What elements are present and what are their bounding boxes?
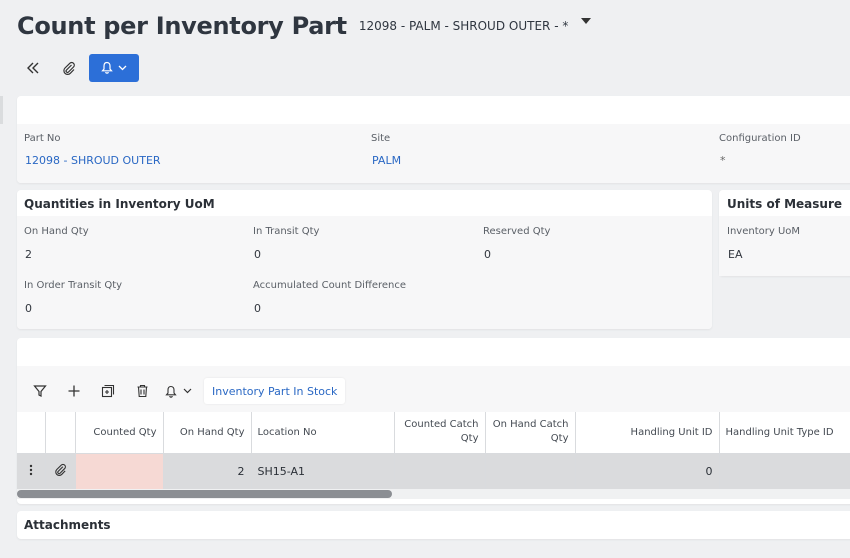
units-of-measure-card: Units of Measure Inventory UoM EA bbox=[719, 190, 850, 276]
column-header-counted-qty[interactable]: Counted Qty bbox=[75, 412, 164, 454]
on-hand-qty-cell: 2 bbox=[163, 453, 252, 489]
quantities-fields bbox=[17, 216, 712, 329]
filter-button[interactable] bbox=[26, 379, 54, 403]
paperclip-icon bbox=[63, 61, 75, 75]
uom-fields bbox=[719, 216, 850, 276]
in-transit-qty-value: 0 bbox=[254, 248, 261, 261]
on-hand-catch-qty-cell bbox=[485, 453, 576, 489]
page-title: Count per Inventory Part bbox=[17, 12, 347, 40]
plus-icon bbox=[68, 385, 80, 397]
trash-icon bbox=[137, 384, 147, 398]
on-hand-qty-label: On Hand Qty bbox=[24, 226, 89, 237]
attachments-title: Attachments bbox=[24, 518, 111, 532]
filter-icon bbox=[33, 385, 47, 397]
column-header-on-hand-qty[interactable]: On Hand Qty bbox=[163, 412, 252, 454]
site-link[interactable]: PALM bbox=[372, 154, 401, 167]
bell-icon bbox=[101, 61, 113, 74]
accumulated-count-difference-value: 0 bbox=[254, 302, 261, 315]
collapse-button[interactable] bbox=[17, 54, 49, 82]
on-hand-qty-value: 2 bbox=[25, 248, 32, 261]
counted-qty-cell[interactable] bbox=[75, 453, 164, 489]
in-order-transit-qty-value: 0 bbox=[25, 302, 32, 315]
part-no-link[interactable]: 12098 - SHROUD OUTER bbox=[25, 154, 161, 167]
record-selector[interactable]: 12098 - PALM - SHROUD OUTER - * bbox=[358, 18, 592, 33]
in-transit-qty-label: In Transit Qty bbox=[253, 226, 320, 237]
table-row[interactable]: 2 SH15-A1 0 bbox=[17, 453, 850, 489]
accumulated-count-difference-label: Accumulated Count Difference bbox=[253, 280, 407, 291]
quantities-card: Quantities in Inventory UoM On Hand Qty … bbox=[17, 190, 712, 329]
double-chevron-left-icon bbox=[27, 62, 39, 73]
part-no-label: Part No bbox=[24, 133, 61, 144]
handling-unit-type-id-cell bbox=[719, 453, 850, 489]
delete-button[interactable] bbox=[128, 379, 156, 403]
location-no-cell: SH15-A1 bbox=[251, 453, 395, 489]
grid-toolbar: Inventory Part In Stock bbox=[26, 378, 346, 404]
add-row-button[interactable] bbox=[60, 379, 88, 403]
horizontal-scrollbar-thumb[interactable] bbox=[17, 490, 392, 498]
on-hand-catch-qty-line2: Qty bbox=[550, 433, 569, 445]
row-menu-header bbox=[17, 412, 46, 454]
grid-notification-button[interactable] bbox=[162, 379, 194, 403]
reserved-qty-value: 0 bbox=[484, 248, 491, 261]
caret-down-icon[interactable] bbox=[581, 18, 592, 24]
stock-table: Counted Qty On Hand Qty Location No Coun… bbox=[17, 412, 850, 489]
duplicate-button[interactable] bbox=[94, 379, 122, 403]
column-header-location-no[interactable]: Location No bbox=[251, 412, 395, 454]
counted-catch-qty-line1: Counted Catch bbox=[404, 419, 479, 431]
paperclip-icon bbox=[54, 464, 66, 477]
tab-inventory-part-in-stock[interactable]: Inventory Part In Stock bbox=[204, 378, 346, 404]
attachments-button[interactable] bbox=[53, 54, 85, 82]
column-header-on-hand-catch-qty[interactable]: On Hand Catch Qty bbox=[485, 412, 576, 454]
left-stripe bbox=[0, 96, 3, 124]
reserved-qty-label: Reserved Qty bbox=[483, 226, 551, 237]
part-header-card: Part No 12098 - SHROUD OUTER Site PALM C… bbox=[17, 96, 850, 183]
configuration-id-value: * bbox=[720, 154, 726, 167]
site-label: Site bbox=[371, 133, 391, 144]
handling-unit-id-cell[interactable]: 0 bbox=[575, 453, 720, 489]
row-attachment-header bbox=[45, 412, 76, 454]
chevron-down-icon bbox=[183, 388, 191, 394]
duplicate-icon bbox=[101, 384, 115, 398]
page-toolbar bbox=[17, 53, 139, 82]
column-header-counted-catch-qty[interactable]: Counted Catch Qty bbox=[394, 412, 486, 454]
inventory-uom-label: Inventory UoM bbox=[727, 226, 801, 237]
record-selector-label: 12098 - PALM - SHROUD OUTER - * bbox=[358, 19, 569, 33]
page-header: Count per Inventory Part 12098 - PALM - … bbox=[17, 12, 592, 40]
column-header-handling-unit-id[interactable]: Handling Unit ID bbox=[575, 412, 720, 454]
column-header-handling-unit-type-id[interactable]: Handling Unit Type ID bbox=[719, 412, 850, 454]
table-header-row: Counted Qty On Hand Qty Location No Coun… bbox=[17, 412, 850, 454]
counted-catch-qty-cell bbox=[394, 453, 486, 489]
counted-catch-qty-line2: Qty bbox=[460, 433, 479, 445]
inventory-uom-value: EA bbox=[728, 248, 743, 261]
on-hand-catch-qty-line1: On Hand Catch bbox=[492, 419, 569, 431]
row-menu-cell[interactable] bbox=[17, 453, 46, 489]
chevron-down-icon bbox=[118, 65, 127, 70]
quantities-title: Quantities in Inventory UoM bbox=[24, 197, 215, 211]
in-order-transit-qty-label: In Order Transit Qty bbox=[24, 280, 123, 291]
bell-icon bbox=[164, 385, 177, 398]
uom-title: Units of Measure bbox=[727, 197, 843, 211]
more-vertical-icon bbox=[29, 464, 32, 475]
row-attachment-cell[interactable] bbox=[45, 453, 76, 489]
notification-button[interactable] bbox=[89, 53, 139, 82]
configuration-id-label: Configuration ID bbox=[719, 133, 801, 144]
attachments-card[interactable]: Attachments bbox=[17, 511, 850, 539]
